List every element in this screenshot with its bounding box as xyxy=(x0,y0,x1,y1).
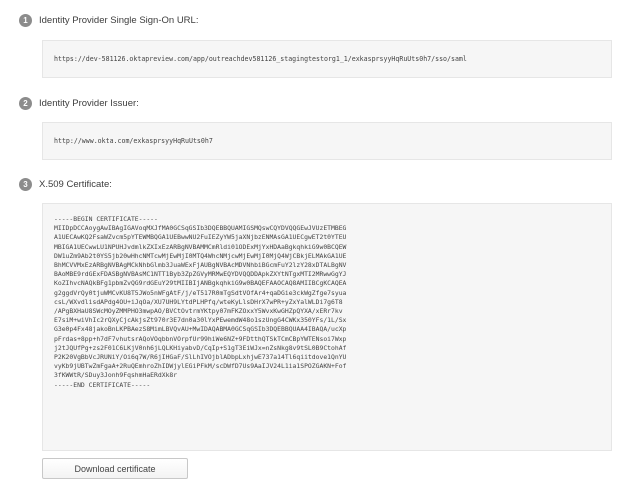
saml-setup-instructions: 1 Identity Provider Single Sign-On URL: … xyxy=(0,0,632,495)
step-header: 1 Identity Provider Single Sign-On URL: xyxy=(14,12,618,28)
certificate-box[interactable]: -----BEGIN CERTIFICATE----- MIIDpDCCAoyg… xyxy=(42,203,612,451)
step-header: 3 X.509 Certificate: xyxy=(14,176,618,192)
issuer-value[interactable]: http://www.okta.com/exkasprsyyHqRuUts0h7 xyxy=(54,137,213,145)
step-number-badge: 3 xyxy=(19,177,32,191)
step-title: Identity Provider Issuer: xyxy=(39,97,139,109)
step-number-badge: 2 xyxy=(19,96,32,110)
step-certificate: 3 X.509 Certificate: xyxy=(14,176,618,192)
sso-url-box[interactable]: https://dev-581126.oktapreview.com/app/o… xyxy=(42,40,612,78)
certificate-value[interactable]: -----BEGIN CERTIFICATE----- MIIDpDCCAoyg… xyxy=(54,215,603,390)
step-number-badge: 1 xyxy=(19,13,32,27)
issuer-box[interactable]: http://www.okta.com/exkasprsyyHqRuUts0h7 xyxy=(42,122,612,160)
step-sso-url: 1 Identity Provider Single Sign-On URL: xyxy=(14,12,618,28)
step-header: 2 Identity Provider Issuer: xyxy=(14,95,618,111)
step-issuer: 2 Identity Provider Issuer: xyxy=(14,95,618,111)
step-title: Identity Provider Single Sign-On URL: xyxy=(39,14,199,26)
step-title: X.509 Certificate: xyxy=(39,178,112,190)
download-certificate-button[interactable]: Download certificate xyxy=(42,458,188,479)
sso-url-value[interactable]: https://dev-581126.oktapreview.com/app/o… xyxy=(54,55,467,63)
